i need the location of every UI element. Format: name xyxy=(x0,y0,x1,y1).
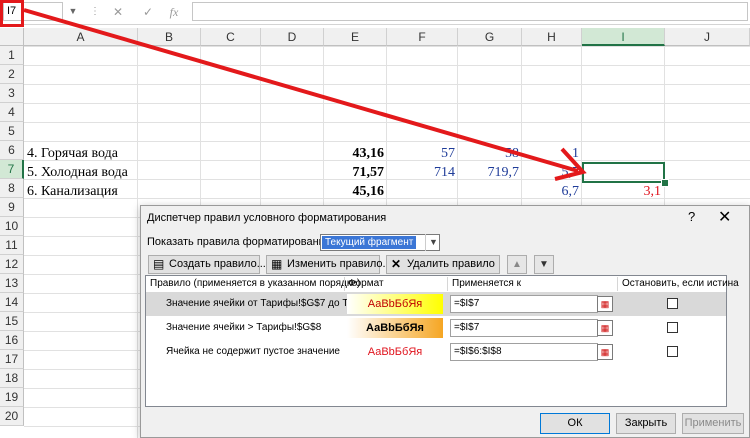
stop-if-true-column-header: Остановить, если истина xyxy=(622,278,739,289)
rule-description: Значение ячейки от Тарифы!$G$7 до Та... xyxy=(166,298,362,309)
rule-description: Ячейка не содержит пустое значение xyxy=(166,346,340,357)
edit-rule-button[interactable]: ▦ Изменить правило... xyxy=(266,255,392,274)
close-button[interactable]: Закрыть xyxy=(616,413,676,434)
range-picker-icon[interactable]: ▦ xyxy=(597,296,613,312)
move-up-icon[interactable]: ▲ xyxy=(507,255,527,274)
help-button[interactable]: ? xyxy=(688,209,695,224)
applies-to-input[interactable]: =$I$6:$I$8 xyxy=(450,343,598,361)
format-column-header: Формат xyxy=(348,278,384,289)
applies-to-input[interactable]: =$I$7 xyxy=(450,295,598,313)
chevron-down-icon[interactable]: ▼ xyxy=(425,234,441,251)
apply-button[interactable]: Применить xyxy=(682,413,744,434)
range-picker-icon[interactable]: ▦ xyxy=(597,320,613,336)
move-down-icon[interactable]: ▼ xyxy=(534,255,554,274)
rule-description: Значение ячейки > Тарифы!$G$8 xyxy=(166,322,322,333)
delete-rule-button[interactable]: ✕ Удалить правило xyxy=(386,255,500,274)
edit-rule-label: Изменить правило... xyxy=(287,258,392,270)
format-preview: АаВbБбЯя xyxy=(347,294,443,314)
format-preview: АаВbБбЯя xyxy=(347,318,443,338)
applies-to-column-header: Применяется к xyxy=(452,278,521,289)
new-rule-icon: ▤ xyxy=(153,257,165,271)
stop-if-true-checkbox[interactable] xyxy=(667,346,678,357)
applies-to-input[interactable]: =$I$7 xyxy=(450,319,598,337)
close-dialog-button[interactable]: ✕ xyxy=(718,207,731,227)
delete-rule-label: Удалить правило xyxy=(407,258,495,270)
dialog-title: Диспетчер правил условного форматировани… xyxy=(147,212,387,224)
edit-rule-icon: ▦ xyxy=(271,257,283,271)
range-picker-icon[interactable]: ▦ xyxy=(597,344,613,360)
show-rules-selected-value[interactable]: Текущий фрагмент xyxy=(322,236,417,249)
format-preview: АаВbБбЯя xyxy=(347,342,443,362)
delete-rule-icon: ✕ xyxy=(391,257,402,271)
rules-table-scrollbar[interactable] xyxy=(727,276,743,406)
rule-column-header: Правило (применяется в указанном порядке… xyxy=(150,278,361,289)
ok-button[interactable]: ОК xyxy=(540,413,610,434)
stop-if-true-checkbox[interactable] xyxy=(667,298,678,309)
stop-if-true-checkbox[interactable] xyxy=(667,322,678,333)
create-rule-button[interactable]: ▤ Создать правило... xyxy=(148,255,266,274)
create-rule-label: Создать правило... xyxy=(169,258,266,270)
